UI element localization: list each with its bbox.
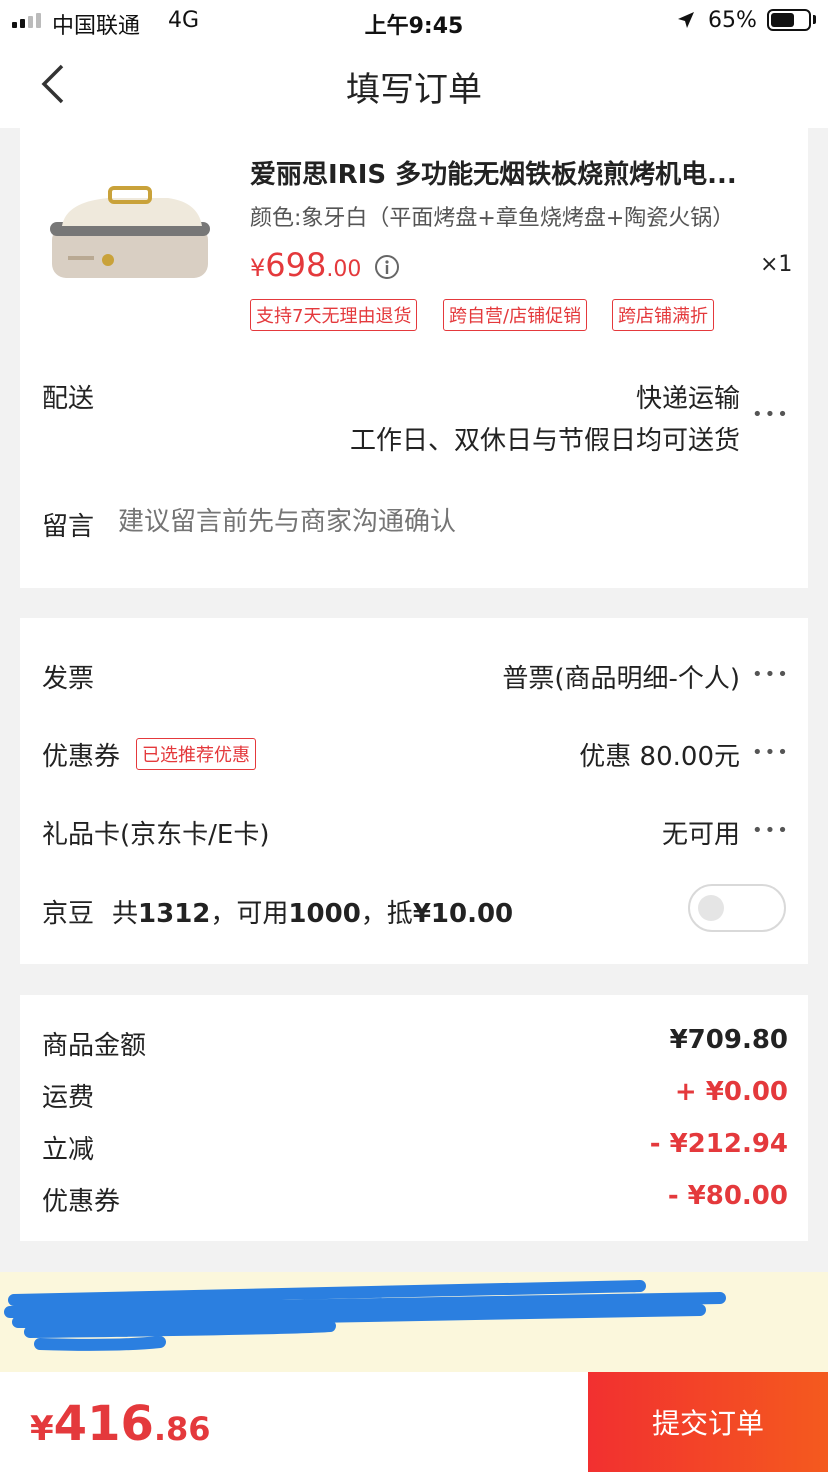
- total-symbol: ¥: [30, 1409, 54, 1449]
- jingdou-text-mid: ，可用: [210, 899, 289, 929]
- price-integer: 698: [265, 246, 327, 284]
- battery-tip: [813, 15, 816, 24]
- coupon-label: 优惠券: [42, 742, 121, 772]
- gift-card-value[interactable]: 无可用: [440, 814, 740, 851]
- redaction-scribble: [4, 1280, 726, 1351]
- price-decimal: .00: [326, 257, 362, 282]
- summary-discount-label: 立减: [42, 1135, 95, 1165]
- total-integer: 416: [53, 1396, 154, 1452]
- coupon-more-icon[interactable]: •••: [752, 742, 790, 763]
- jingdou-total: 1312: [138, 899, 211, 929]
- info-icon[interactable]: [374, 254, 400, 280]
- jingdou-row: 京豆 共1312，可用1000，抵¥10.00: [42, 893, 513, 930]
- status-bar: 中国联通 4G 上午9:45 65%: [0, 0, 828, 44]
- delivery-more-icon[interactable]: •••: [752, 404, 790, 425]
- total-price: ¥416.86: [30, 1396, 211, 1452]
- jingdou-label: 京豆: [42, 899, 95, 929]
- product-quantity: ×1: [760, 252, 793, 277]
- submit-order-button[interactable]: 提交订单: [588, 1372, 828, 1472]
- summary-shipping-label: 运费: [42, 1083, 95, 1113]
- product-name[interactable]: 爱丽思IRIS 多功能无烟铁板烧煎烤机电...: [250, 154, 737, 191]
- product-price: ¥698.00: [250, 246, 361, 284]
- tag-7day-return: 支持7天无理由退货: [250, 299, 418, 331]
- coupon-recommended-tag: 已选推荐优惠: [136, 738, 256, 770]
- summary-shipping-value: + ¥0.00: [674, 1077, 788, 1107]
- time-label: 上午9:45: [364, 14, 464, 39]
- gift-card-label: 礼品卡(京东卡/E卡): [42, 820, 270, 850]
- jingdou-toggle[interactable]: [688, 884, 786, 932]
- summary-coupon-value: - ¥80.00: [667, 1181, 788, 1211]
- location-arrow-icon: [678, 12, 694, 28]
- coupon-value[interactable]: 优惠 80.00元: [400, 736, 740, 773]
- summary-coupon-label: 优惠券: [42, 1187, 121, 1217]
- tag-cross-store-discount: 跨店铺满折: [612, 299, 714, 331]
- price-symbol: ¥: [250, 254, 266, 282]
- gift-card-more-icon[interactable]: •••: [752, 820, 790, 841]
- battery-label: 65%: [708, 8, 757, 33]
- address-banner[interactable]: [0, 1272, 828, 1372]
- total-decimal: .86: [153, 1410, 211, 1448]
- summary-goods-label: 商品金额: [42, 1031, 147, 1061]
- tag-cross-store-promo: 跨自营/店铺促销: [443, 299, 588, 331]
- jingdou-deduct: ¥10.00: [412, 899, 514, 929]
- message-input[interactable]: [118, 500, 758, 544]
- summary-goods-value: ¥709.80: [669, 1025, 788, 1055]
- jingdou-text-prefix: 共: [112, 899, 139, 929]
- invoice-more-icon[interactable]: •••: [752, 664, 790, 685]
- delivery-method[interactable]: 快递运输: [300, 378, 740, 415]
- invoice-label: 发票: [42, 664, 95, 694]
- battery-icon: [767, 9, 811, 31]
- delivery-label: 配送: [42, 384, 95, 414]
- invoice-value[interactable]: 普票(商品明细-个人): [300, 658, 740, 695]
- jingdou-text-mid2: ，抵: [360, 899, 413, 929]
- summary-discount-value: - ¥212.94: [649, 1129, 788, 1159]
- jingdou-usable: 1000: [288, 899, 361, 929]
- delivery-note[interactable]: 工作日、双休日与节假日均可送货: [200, 420, 740, 457]
- toggle-knob: [698, 895, 724, 921]
- grill-product-image[interactable]: [48, 182, 212, 288]
- message-label: 留言: [42, 512, 95, 542]
- product-spec[interactable]: 颜色:象牙白（平面烤盘+章鱼烧烤盘+陶瓷火锅）: [250, 200, 734, 232]
- page-title: 填写订单: [346, 70, 482, 110]
